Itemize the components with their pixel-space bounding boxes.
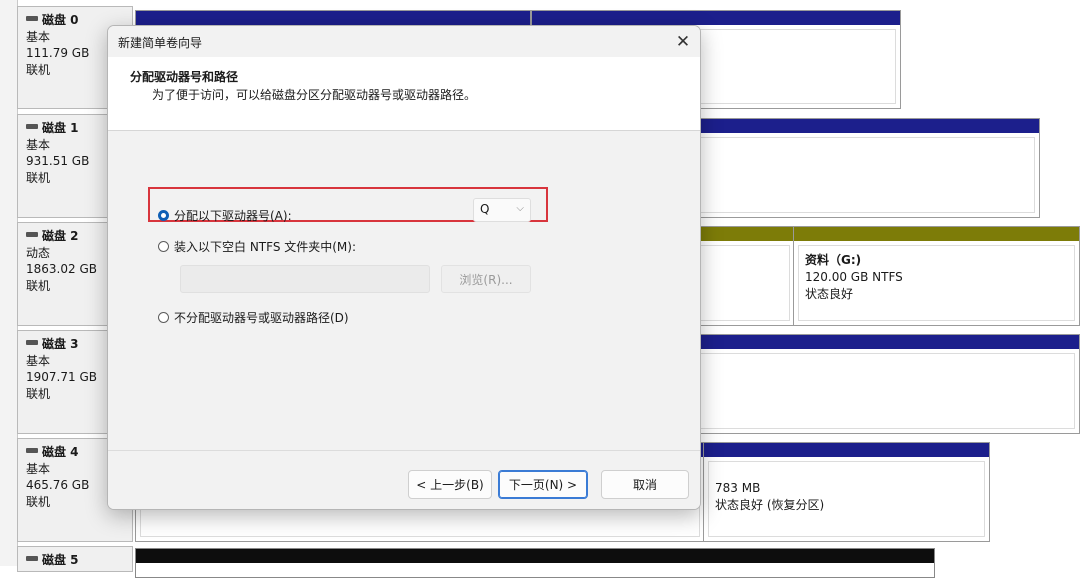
partition-status: 状态良好 (恢复分区) xyxy=(715,498,825,512)
disk-name: 磁盘 4 xyxy=(42,445,79,459)
disk-icon xyxy=(26,123,38,129)
partition-g[interactable]: 资料（G:) 120.00 GB NTFS 状态良好 xyxy=(793,226,1080,326)
radio-checked-icon[interactable] xyxy=(158,210,169,221)
disk-name: 磁盘 3 xyxy=(42,337,79,351)
disk-name: 磁盘 2 xyxy=(42,229,79,243)
disk-icon xyxy=(26,447,38,453)
disk-icon xyxy=(26,15,38,21)
option-no-assign[interactable]: 不分配驱动器号或驱动器路径(D) xyxy=(158,309,349,326)
left-gutter xyxy=(0,0,18,566)
dialog-titlebar[interactable]: 新建简单卷向导 ✕ xyxy=(108,26,700,57)
chevron-down-icon: ⌵ xyxy=(516,203,524,214)
disk-name: 磁盘 1 xyxy=(42,121,79,135)
new-simple-volume-dialog: 新建简单卷向导 ✕ 分配驱动器号和路径 为了便于访问，可以给磁盘分区分配驱动器号… xyxy=(107,25,701,510)
partition-size: 783 MB xyxy=(715,481,761,495)
disk-row-5: 磁盘 5 xyxy=(17,546,1080,578)
disk-label-5[interactable]: 磁盘 5 xyxy=(17,546,133,572)
drive-letter-value: Q xyxy=(480,202,490,216)
dialog-footer: < 上一步(B) 下一页(N) > 取消 xyxy=(108,450,700,509)
browse-button[interactable]: 浏览(R)... xyxy=(441,265,531,293)
partition-title: 资料（G:) xyxy=(805,253,862,267)
step-subtitle: 为了便于访问，可以给磁盘分区分配驱动器号或驱动器路径。 xyxy=(152,88,477,102)
drive-letter-select[interactable]: Q ⌵ xyxy=(473,198,531,222)
option-assign-letter[interactable]: 分配以下驱动器号(A): xyxy=(158,207,292,224)
step-title: 分配驱动器号和路径 xyxy=(130,70,239,84)
disk-icon xyxy=(26,231,38,237)
option-mount-folder[interactable]: 装入以下空白 NTFS 文件夹中(M): xyxy=(158,238,356,255)
radio-unchecked-icon[interactable] xyxy=(158,312,169,323)
option-assign-letter-label: 分配以下驱动器号(A): xyxy=(174,209,292,223)
partition-status: 状态良好 xyxy=(805,287,854,301)
partition-size: 120.00 GB NTFS xyxy=(805,270,903,284)
dialog-content: 分配以下驱动器号(A): Q ⌵ 装入以下空白 NTFS 文件夹中(M): 浏览… xyxy=(108,131,700,451)
option-no-assign-label: 不分配驱动器号或驱动器路径(D) xyxy=(174,311,349,325)
disk-icon xyxy=(26,555,38,561)
dialog-title: 新建简单卷向导 xyxy=(118,36,203,50)
close-icon[interactable]: ✕ xyxy=(666,26,700,57)
option-mount-folder-label: 装入以下空白 NTFS 文件夹中(M): xyxy=(174,240,357,254)
radio-unchecked-icon[interactable] xyxy=(158,241,169,252)
partition[interactable] xyxy=(135,548,935,578)
disk-name: 磁盘 5 xyxy=(42,553,79,567)
next-button[interactable]: 下一页(N) > xyxy=(498,470,588,499)
folder-path-input[interactable] xyxy=(180,265,430,293)
disk-name: 磁盘 0 xyxy=(42,13,79,27)
dialog-header: 分配驱动器号和路径 为了便于访问，可以给磁盘分区分配驱动器号或驱动器路径。 xyxy=(108,57,700,131)
cancel-button[interactable]: 取消 xyxy=(601,470,689,499)
back-button[interactable]: < 上一步(B) xyxy=(408,470,492,499)
partition-recovery[interactable]: 783 MB 状态良好 (恢复分区) xyxy=(703,442,990,542)
disk-icon xyxy=(26,339,38,345)
